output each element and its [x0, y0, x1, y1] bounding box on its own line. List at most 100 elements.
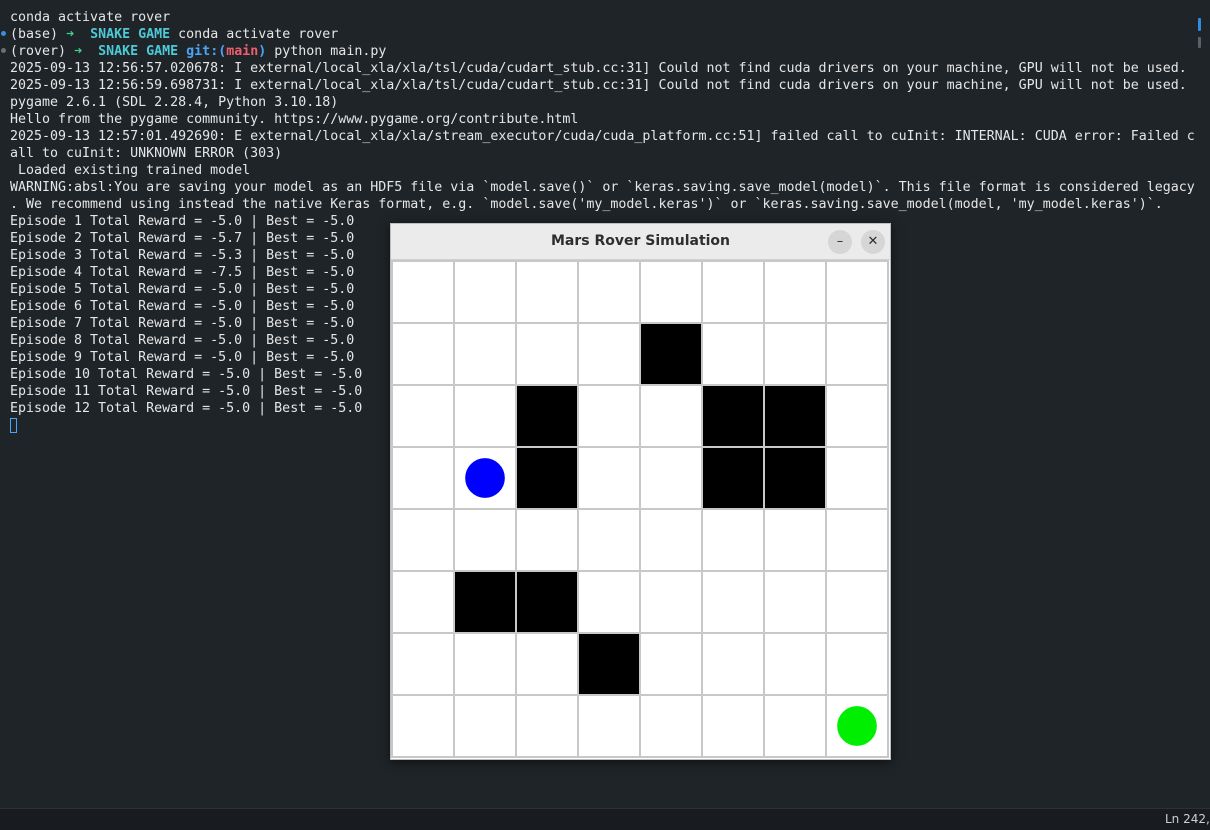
obstacle-cell	[763, 446, 827, 510]
grid-cell	[701, 694, 765, 758]
terminal-line: pygame 2.6.1 (SDL 2.28.4, Python 3.10.18…	[10, 95, 339, 110]
grid-cell	[639, 508, 703, 572]
obstacle-cell	[453, 570, 517, 634]
grid-cell	[577, 446, 641, 510]
grid-cell	[825, 570, 889, 634]
cursor-position[interactable]: Ln 242, C	[1165, 812, 1210, 826]
obstacle-cell	[701, 384, 765, 448]
obstacle-cell	[515, 570, 579, 634]
grid-cell	[453, 632, 517, 696]
terminal-line: 2025-09-13 12:56:57.020678: I external/l…	[10, 61, 1187, 76]
prompt-arrow-icon: ➜	[74, 44, 83, 59]
grid-cell	[391, 446, 455, 510]
minimize-button[interactable]: –	[828, 230, 852, 254]
git-label: git:(	[186, 44, 227, 59]
prompt-arrow-icon: ➜	[66, 27, 75, 42]
grid-cell	[825, 260, 889, 324]
terminal-line: WARNING:absl:You are saving your model a…	[10, 180, 1195, 195]
scrollbar-marker[interactable]	[1198, 18, 1201, 31]
terminal-line: conda activate rover	[10, 10, 171, 25]
prompt-command: conda activate rover	[178, 27, 339, 42]
grid-cell	[453, 384, 517, 448]
grid-cell	[453, 260, 517, 324]
grid-cell	[825, 508, 889, 572]
prompt-directory: SNAKE GAME	[90, 27, 171, 42]
grid-cell	[639, 632, 703, 696]
command-status-dot-icon	[1, 48, 6, 53]
grid-cell	[577, 260, 641, 324]
grid-cell	[701, 260, 765, 324]
terminal-prompt-line: (base) ➜ SNAKE GAME conda activate rover	[10, 26, 1196, 43]
grid-cell	[763, 570, 827, 634]
grid-cell	[577, 508, 641, 572]
grid-cell	[763, 260, 827, 324]
grid-cell	[391, 384, 455, 448]
prompt-command: python main.py	[274, 44, 387, 59]
grid-cell	[515, 322, 579, 386]
obstacle-cell	[515, 446, 579, 510]
grid-cell	[453, 322, 517, 386]
grid-cell	[391, 632, 455, 696]
obstacle-cell	[577, 632, 641, 696]
conda-env: (rover)	[10, 44, 67, 59]
terminal-line: Hello from the pygame community. https:/…	[10, 112, 579, 127]
obstacle-cell	[763, 384, 827, 448]
terminal-prompt-line: (rover) ➜ SNAKE GAME git:(main) python m…	[10, 43, 1196, 60]
grid-cell	[763, 632, 827, 696]
grid-cell	[515, 632, 579, 696]
grid-cell	[639, 260, 703, 324]
grid-cell	[515, 260, 579, 324]
git-branch: main	[226, 44, 259, 59]
scrollbar-thumb[interactable]	[1198, 37, 1201, 48]
grid-cell	[577, 570, 641, 634]
status-bar: Ln 242, C	[0, 808, 1210, 830]
git-label-close: )	[258, 44, 267, 59]
grid-cell	[825, 446, 889, 510]
terminal-line: 2025-09-13 12:56:59.698731: I external/l…	[10, 78, 1187, 93]
grid-cell	[391, 694, 455, 758]
grid-cell	[701, 570, 765, 634]
grid-cell	[701, 508, 765, 572]
command-status-dot-icon	[1, 31, 6, 36]
obstacle-cell	[515, 384, 579, 448]
grid-cell	[391, 508, 455, 572]
grid-cell	[391, 322, 455, 386]
grid-cell	[639, 446, 703, 510]
terminal-line: 2025-09-13 12:57:01.492690: E external/l…	[10, 129, 1195, 144]
grid-cell	[577, 322, 641, 386]
simulation-grid	[391, 260, 889, 758]
rover-agent	[465, 458, 505, 498]
grid-cell	[701, 322, 765, 386]
grid-cell	[763, 694, 827, 758]
grid-cell	[763, 322, 827, 386]
goal-marker	[837, 706, 877, 746]
grid-cell	[825, 322, 889, 386]
grid-cell	[825, 384, 889, 448]
game-window[interactable]: Mars Rover Simulation – ✕	[390, 223, 891, 760]
terminal-line: all to cuInit: UNKNOWN ERROR (303)	[10, 146, 283, 161]
grid-cell	[515, 508, 579, 572]
grid-cell	[639, 694, 703, 758]
grid-cell	[391, 570, 455, 634]
obstacle-cell	[701, 446, 765, 510]
grid-cell	[825, 632, 889, 696]
grid-cell	[453, 508, 517, 572]
prompt-directory: SNAKE GAME	[98, 44, 179, 59]
window-titlebar[interactable]: Mars Rover Simulation – ✕	[391, 224, 890, 260]
grid-cell	[453, 694, 517, 758]
terminal-line: Loaded existing trained model	[10, 163, 251, 178]
terminal-cursor	[10, 417, 17, 433]
obstacle-cell	[639, 322, 703, 386]
close-button[interactable]: ✕	[861, 230, 885, 254]
grid-cell	[515, 694, 579, 758]
grid-cell	[577, 384, 641, 448]
grid-cell	[701, 632, 765, 696]
grid-cell	[639, 384, 703, 448]
grid-cell	[639, 570, 703, 634]
grid-cell	[577, 694, 641, 758]
grid-cell	[763, 508, 827, 572]
window-title: Mars Rover Simulation	[550, 233, 731, 249]
grid-cell	[391, 260, 455, 324]
terminal-line: . We recommend using instead the native …	[10, 197, 1163, 212]
conda-env: (base)	[10, 27, 59, 42]
